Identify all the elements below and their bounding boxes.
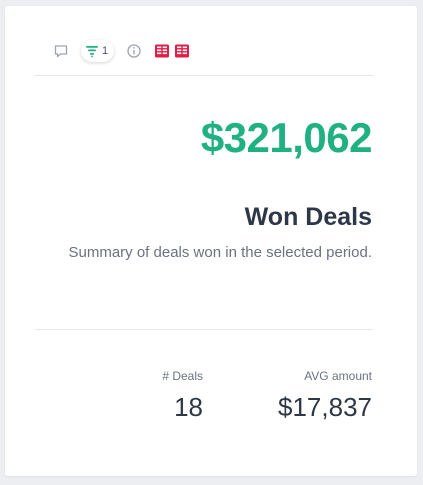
card-subtitle: Summary of deals won in the selected per… <box>68 244 373 261</box>
filter-button[interactable]: 1 <box>81 40 115 62</box>
info-icon[interactable] <box>126 43 142 59</box>
comment-icon[interactable] <box>53 43 69 59</box>
database-icon[interactable] <box>174 43 190 59</box>
deals-count-label: # Deals <box>162 369 203 383</box>
won-deals-card: 1 $321,062 Won Deals Summary of deals wo… <box>5 6 417 476</box>
deals-count-value: 18 <box>174 392 203 422</box>
bottom-divider <box>34 329 374 330</box>
card-title: Won Deals <box>244 203 372 231</box>
avg-amount-label: AVG amount <box>304 369 372 383</box>
filter-icon <box>85 44 99 58</box>
database-icon[interactable] <box>154 43 170 59</box>
avg-amount-value: $17,837 <box>278 392 372 422</box>
card-toolbar: 1 <box>53 36 194 66</box>
won-amount: $321,062 <box>200 114 373 161</box>
filter-count: 1 <box>102 44 109 57</box>
top-divider <box>34 75 374 76</box>
